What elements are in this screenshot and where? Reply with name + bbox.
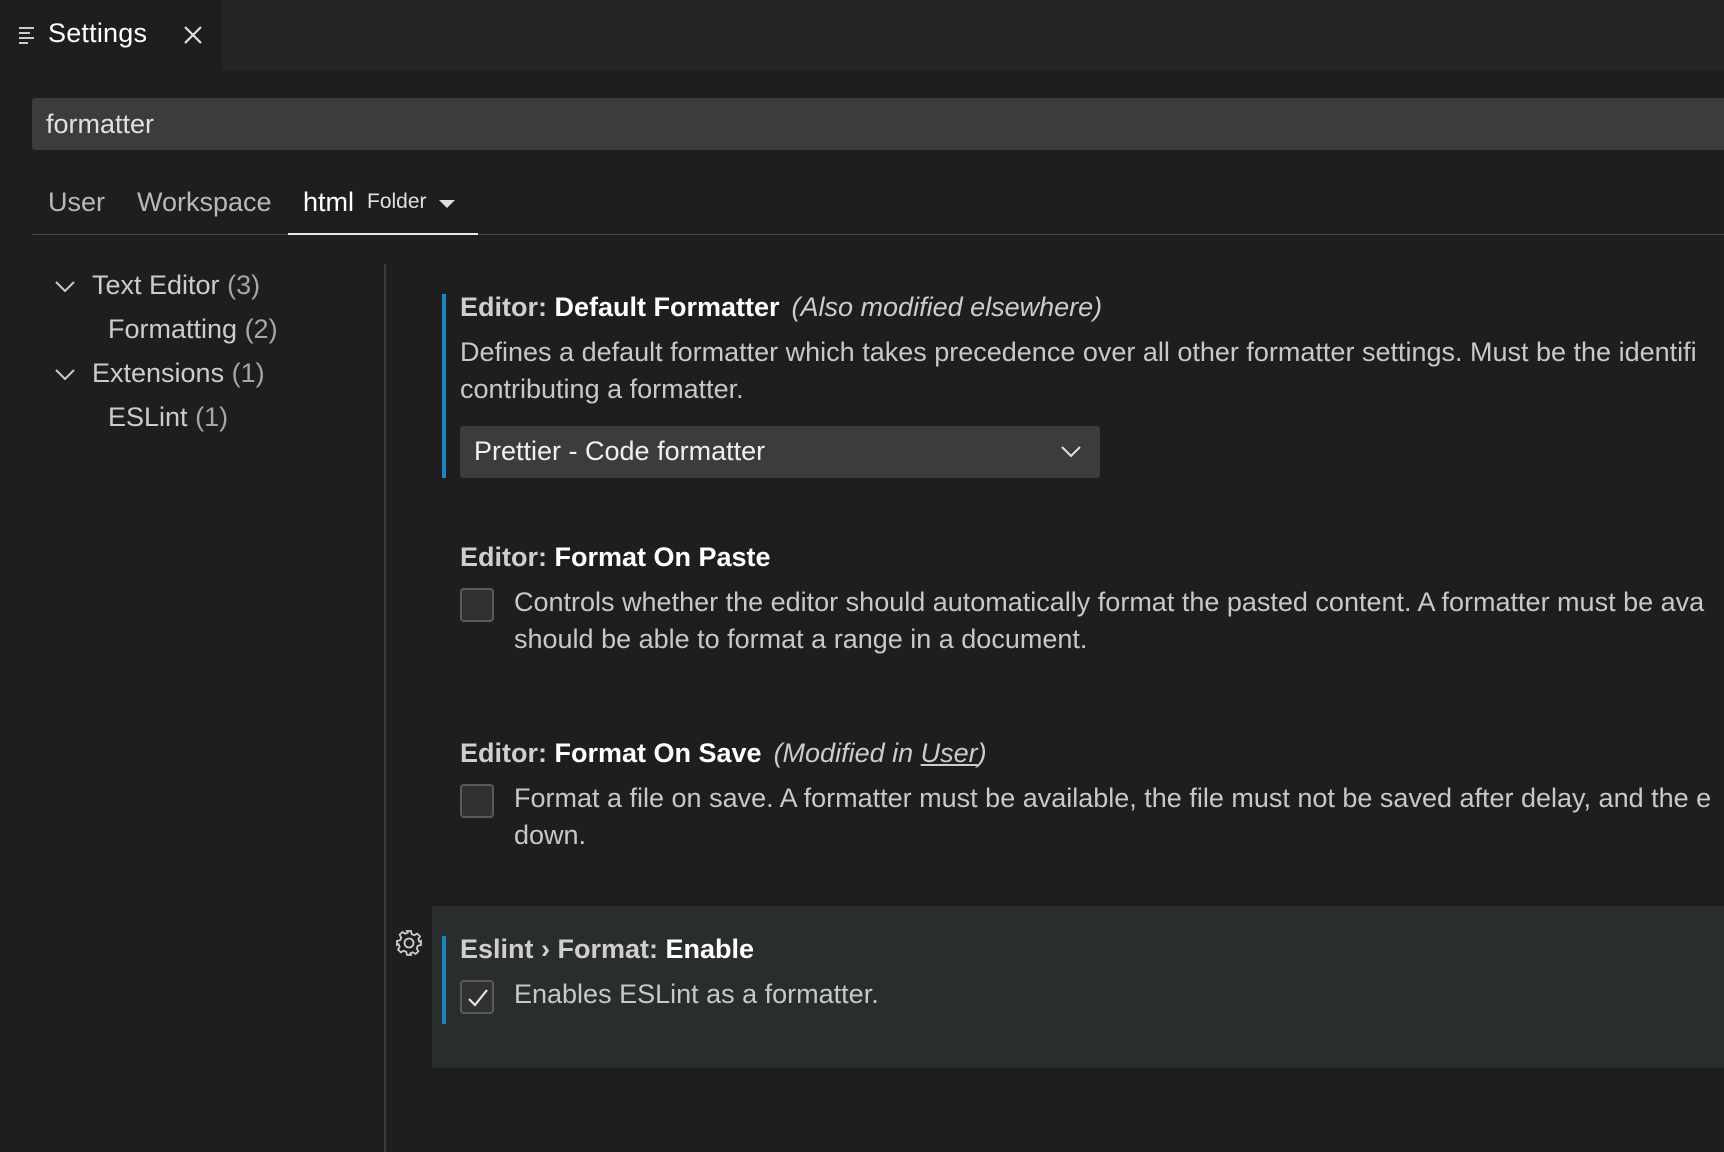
toc-label: Extensions (92, 358, 225, 388)
setting-description: Defines a default formatter which takes … (460, 334, 1697, 408)
setting-title: Editor: Format On Save (Modified in User) (460, 738, 987, 769)
editor-tab-bar: Settings (0, 0, 1724, 70)
description-line: Format a file on save. A formatter must … (514, 783, 1712, 813)
chevron-down-icon (1061, 446, 1081, 458)
modified-note: (Also modified elsewhere) (791, 292, 1103, 322)
setting-key: Format On Save (554, 738, 762, 768)
setting-key: Enable (665, 934, 755, 964)
description-line: Controls whether the editor should autom… (514, 587, 1705, 617)
setting-description: Format a file on save. A formatter must … (514, 780, 1711, 854)
modified-prefix: (Modified in (773, 738, 921, 768)
setting-category: Editor: (460, 738, 555, 768)
toc-count: (1) (231, 358, 265, 388)
setting-key: Format On Paste (554, 542, 771, 572)
select-value: Prettier - Code formatter (474, 436, 766, 466)
modified-note: (Modified in User) (774, 738, 987, 768)
folder-name: html (303, 187, 355, 217)
tab-workspace[interactable]: Workspace (137, 176, 272, 234)
settings-tab[interactable]: Settings (0, 0, 222, 70)
gear-icon[interactable] (394, 928, 424, 958)
setting-description: Enables ESLint as a formatter. (514, 976, 879, 1013)
toc-label: ESLint (108, 402, 188, 432)
folder-kind-label: Folder (367, 190, 427, 213)
settings-editor: Settings User Workspace html Folder Text… (0, 0, 1724, 1152)
description-line: Defines a default formatter which takes … (460, 337, 1697, 367)
modified-indicator (442, 294, 446, 478)
setting-category: Eslint › Format: (460, 934, 666, 964)
format-on-save-checkbox[interactable] (460, 784, 494, 818)
setting-title: Eslint › Format: Enable (460, 934, 754, 965)
modified-in-user-link[interactable]: User (921, 738, 978, 768)
format-on-paste-checkbox[interactable] (460, 588, 494, 622)
eslint-format-enable-checkbox[interactable] (460, 980, 494, 1014)
description-line: contributing a formatter. (460, 374, 744, 404)
settings-scope-tabs: User Workspace html Folder (32, 176, 1724, 235)
caret-down-icon[interactable] (438, 198, 456, 210)
setting-title: Editor: Format On Paste (460, 542, 771, 573)
settings-search-input[interactable] (32, 98, 1724, 150)
chevron-down-icon (55, 369, 75, 381)
tab-folder-html[interactable]: html Folder (288, 176, 478, 235)
toc-label: Text Editor (92, 270, 220, 300)
close-icon[interactable] (181, 23, 205, 47)
toc-divider (384, 264, 386, 1152)
setting-description: Controls whether the editor should autom… (514, 584, 1704, 658)
description-line: should be able to format a range in a do… (514, 624, 1088, 654)
description-line: Enables ESLint as a formatter. (514, 979, 879, 1009)
toc-label: Formatting (108, 314, 238, 344)
setting-eslint-format-enable: Eslint › Format: Enable Enables ESLint a… (432, 932, 1724, 1042)
setting-category: Editor: (460, 542, 555, 572)
tab-title: Settings (48, 18, 148, 48)
setting-format-on-save: Editor: Format On Save (Modified in User)… (432, 736, 1724, 866)
setting-key: Default Formatter (554, 292, 780, 322)
check-icon (468, 989, 488, 1007)
modified-indicator (442, 936, 446, 1024)
toc-count: (1) (195, 402, 229, 432)
toc-count: (2) (244, 314, 278, 344)
default-formatter-select[interactable]: Prettier - Code formatter (460, 426, 1100, 478)
toc-count: (3) (227, 270, 261, 300)
description-line: down. (514, 820, 587, 850)
setting-category: Editor: (460, 292, 555, 322)
chevron-down-icon (55, 281, 75, 293)
tab-user[interactable]: User (48, 176, 105, 234)
setting-format-on-paste: Editor: Format On Paste Controls whether… (432, 540, 1724, 670)
settings-list-icon (19, 27, 34, 44)
setting-default-formatter: Editor: Default Formatter (Also modified … (432, 290, 1724, 490)
modified-suffix: ) (977, 738, 987, 768)
setting-title: Editor: Default Formatter (Also modified … (460, 292, 1102, 323)
